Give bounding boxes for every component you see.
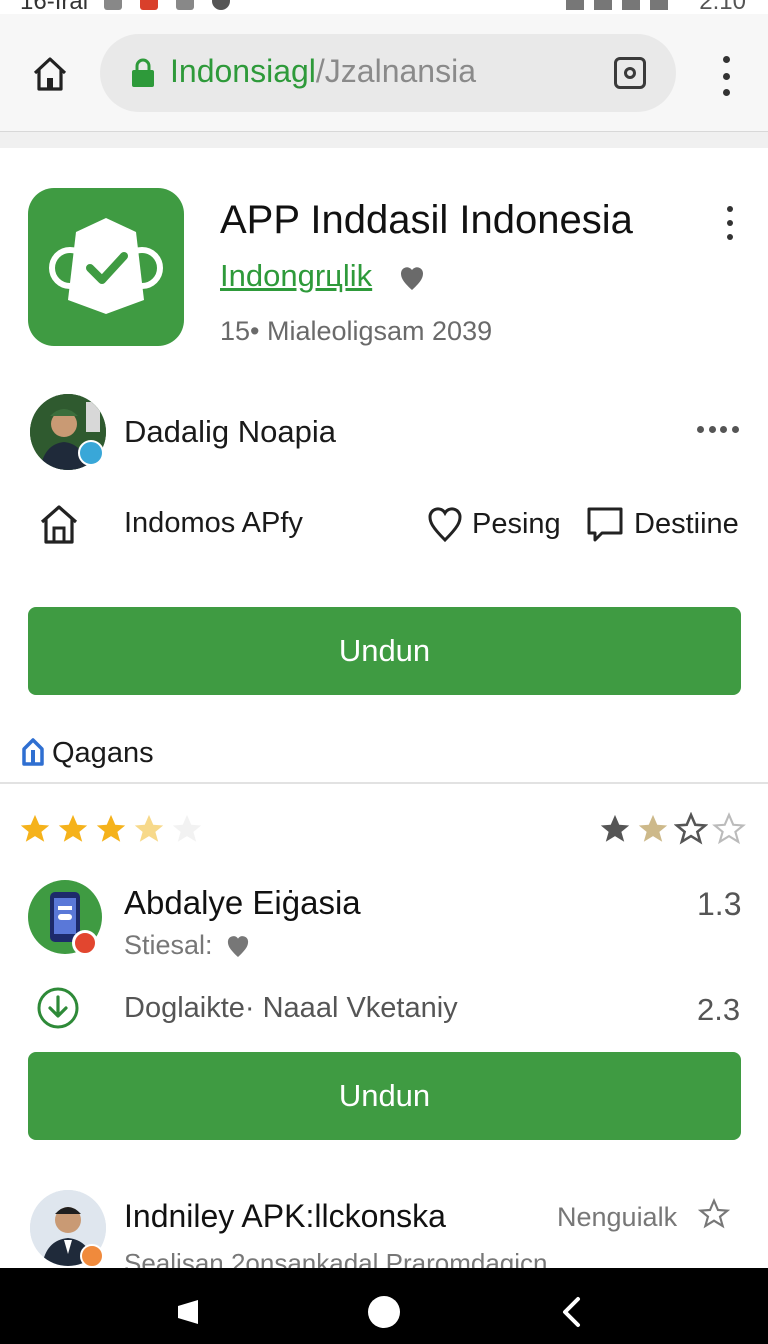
url-host: Indonsiagl — [170, 53, 316, 89]
menu-dot — [727, 220, 733, 226]
menu-dot — [722, 89, 730, 96]
wifi-icon — [104, 0, 122, 10]
section-tag-icon — [22, 738, 44, 766]
status-bar: 16-Iral 2.10 — [0, 0, 768, 14]
status-time-right: 2.10 — [699, 0, 746, 14]
item-badge-icon — [80, 1244, 104, 1268]
status-time-left: 16-Iral — [20, 0, 89, 14]
app-overflow-menu[interactable] — [724, 206, 736, 240]
user-more-button[interactable] — [697, 424, 739, 434]
shopping-bag-check-icon — [49, 218, 163, 314]
verified-badge-icon — [227, 936, 249, 957]
developer-link[interactable]: Indongrцlik — [220, 258, 372, 294]
menu-dot — [697, 425, 704, 433]
download-label: Doglaikte· Naaal Vketaniy — [124, 992, 458, 1024]
star-icon — [600, 814, 630, 842]
menu-dot — [722, 72, 730, 80]
star-empty-icon — [172, 814, 202, 842]
status-icons-right — [566, 0, 668, 10]
bluetooth-icon — [566, 0, 584, 10]
lock-icon — [132, 58, 154, 87]
star-half-icon — [638, 814, 668, 842]
menu-dot — [708, 425, 716, 433]
star-icon — [20, 814, 50, 842]
wishlist-label: Pesing — [472, 507, 561, 540]
share-button[interactable]: Destiine — [586, 502, 739, 546]
item-badge-icon — [72, 930, 98, 956]
nav-back-icon[interactable] — [174, 1298, 202, 1326]
menu-dot — [722, 56, 730, 63]
rating-stars-left — [18, 812, 204, 846]
user-badge-icon — [78, 440, 104, 466]
install-button[interactable]: Undun — [28, 607, 741, 695]
wishlist-button[interactable]: Pesing — [428, 502, 561, 546]
app-notification-icon — [212, 0, 230, 10]
list-item-value: 1.3 — [697, 886, 742, 922]
home-icon — [33, 57, 67, 91]
download-value: 2.3 — [697, 992, 741, 1027]
comment-icon — [587, 507, 623, 542]
user-name: Dadalig Noapia — [124, 414, 336, 449]
rating-stars-right — [598, 812, 746, 846]
url-path: /Jzalnansia — [315, 53, 476, 89]
app-icon — [28, 188, 184, 346]
section-title: Qagans — [52, 737, 154, 769]
shield-icon — [176, 0, 194, 10]
item-install-button[interactable]: Undun — [28, 1052, 741, 1140]
list-item-title[interactable]: Abdalye Eiġasia — [124, 884, 361, 922]
star-outline-icon — [674, 812, 708, 845]
notification-icon — [140, 0, 158, 10]
browser-toolbar: Indonsiagl/Jzalnansia — [0, 14, 768, 132]
toolbar-divider — [0, 132, 768, 148]
tab-switcher-button[interactable] — [614, 57, 646, 89]
menu-dot — [727, 206, 733, 212]
battery-icon — [650, 0, 668, 10]
section-divider — [0, 782, 768, 784]
store-home-label[interactable]: Indomos APfy — [124, 507, 303, 540]
list-item-subtitle: Sealisan 2onsankadal Praromdagicn — [124, 1248, 548, 1268]
list-item-tag: Nenguialk — [557, 1202, 678, 1232]
camera-icon — [624, 67, 636, 79]
address-bar[interactable]: Indonsiagl/Jzalnansia — [100, 34, 676, 112]
star-empty-icon — [712, 812, 746, 845]
download-icon[interactable] — [36, 986, 80, 1030]
browser-home-button[interactable] — [30, 54, 70, 94]
nav-home-button[interactable] — [368, 1296, 400, 1328]
menu-dot — [720, 425, 728, 433]
browser-menu-button[interactable] — [718, 56, 734, 96]
star-icon — [96, 814, 126, 842]
chevron-left-icon[interactable] — [560, 1296, 582, 1328]
status-icons-left — [104, 0, 230, 10]
star-half-icon — [134, 814, 164, 842]
app-meta: 15• Mialeoligsam 2039 — [220, 316, 493, 346]
url-text: Indonsiagl/Jzalnansia — [170, 53, 476, 90]
battery-percent-icon — [622, 0, 640, 10]
star-icon — [58, 814, 88, 842]
store-home-icon[interactable] — [38, 502, 80, 546]
signal-icon — [594, 0, 612, 10]
list-item-subtitle: Stiesal: — [124, 930, 213, 960]
share-label: Destiine — [634, 507, 739, 540]
star-outline-icon[interactable] — [698, 1198, 730, 1230]
heart-pin-icon — [428, 507, 462, 543]
menu-dot — [727, 234, 733, 240]
verified-badge-icon — [401, 267, 423, 290]
app-title: APP Inddasil Indonesia — [220, 198, 633, 242]
menu-dot — [731, 425, 739, 433]
list-item-title[interactable]: Indniley APK:llckonska — [124, 1198, 446, 1235]
